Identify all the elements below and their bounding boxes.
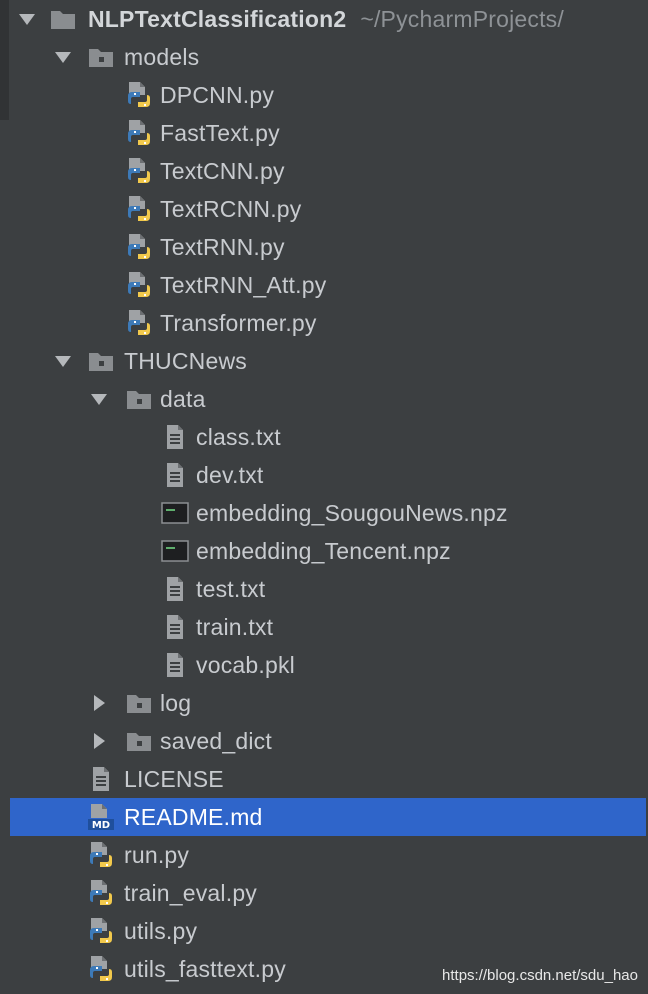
tree-item-label: log <box>160 690 192 716</box>
package-folder-icon <box>124 380 154 418</box>
tree-item-label: TextCNN.py <box>160 158 285 184</box>
tree-row-license[interactable]: LICENSE <box>0 760 648 798</box>
tree-row-utils-py[interactable]: utils.py <box>0 912 648 950</box>
tree-item-label: data <box>160 386 206 412</box>
tree-row-textrnn[interactable]: TextRNN.py <box>0 228 648 266</box>
tree-row-root[interactable]: NLPTextClassification2 ~/PycharmProjects/ <box>0 0 648 38</box>
tree-row-transformer[interactable]: Transformer.py <box>0 304 648 342</box>
tree-row-saved-dict[interactable]: saved_dict <box>0 722 648 760</box>
text-file-icon <box>160 570 190 608</box>
python-file-icon <box>86 912 116 950</box>
tree-row-emb-tencent[interactable]: embedding_Tencent.npz <box>0 532 648 570</box>
text-file-icon <box>160 418 190 456</box>
collapse-arrow-right-icon[interactable] <box>88 684 110 722</box>
text-file-icon <box>160 456 190 494</box>
binary-file-icon <box>160 494 190 532</box>
tree-row-run-py[interactable]: run.py <box>0 836 648 874</box>
tree-item-label: TextRCNN.py <box>160 196 302 222</box>
tree-row-class-txt[interactable]: class.txt <box>0 418 648 456</box>
tree-row-thucnews[interactable]: THUCNews <box>0 342 648 380</box>
package-folder-icon <box>86 38 116 76</box>
tree-row-train-eval-py[interactable]: train_eval.py <box>0 874 648 912</box>
python-file-icon <box>124 76 154 114</box>
expand-arrow-down-icon[interactable] <box>52 38 74 76</box>
tree-item-label: Transformer.py <box>160 310 317 336</box>
tree-row-dev-txt[interactable]: dev.txt <box>0 456 648 494</box>
tree-row-textrcnn[interactable]: TextRCNN.py <box>0 190 648 228</box>
tree-row-log[interactable]: log <box>0 684 648 722</box>
tree-item-label: run.py <box>124 842 190 868</box>
python-file-icon <box>86 950 116 988</box>
tree-item-label: vocab.pkl <box>196 652 295 678</box>
python-file-icon <box>124 190 154 228</box>
package-folder-icon <box>124 722 154 760</box>
tree-row-textcnn[interactable]: TextCNN.py <box>0 152 648 190</box>
expand-arrow-down-icon[interactable] <box>16 0 38 38</box>
tree-row-fasttext[interactable]: FastText.py <box>0 114 648 152</box>
text-file-icon <box>160 646 190 684</box>
tree-item-label: TextRNN.py <box>160 234 285 260</box>
folder-icon <box>48 0 78 38</box>
python-file-icon <box>124 266 154 304</box>
tree-item-label: test.txt <box>196 576 266 602</box>
tree-row-vocab-pkl[interactable]: vocab.pkl <box>0 646 648 684</box>
tree-item-label: train_eval.py <box>124 880 258 906</box>
python-file-icon <box>124 228 154 266</box>
tree-item-label: utils_fasttext.py <box>124 956 286 982</box>
tree-item-label: utils.py <box>124 918 198 944</box>
python-file-icon <box>124 304 154 342</box>
tree-row-test-txt[interactable]: test.txt <box>0 570 648 608</box>
tree-item-label: DPCNN.py <box>160 82 275 108</box>
watermark: https://blog.csdn.net/sdu_hao <box>442 967 638 984</box>
svg-text:MD: MD <box>92 820 110 831</box>
package-folder-icon <box>124 684 154 722</box>
tree-row-emb-sougou[interactable]: embedding_SougouNews.npz <box>0 494 648 532</box>
tree-item-label: embedding_SougouNews.npz <box>196 500 508 526</box>
tree-item-label: dev.txt <box>196 462 264 488</box>
tree-item-label: THUCNews <box>124 348 247 374</box>
tree-row-train-txt[interactable]: train.txt <box>0 608 648 646</box>
tree-item-label: TextRNN_Att.py <box>160 272 327 298</box>
text-file-icon <box>86 760 116 798</box>
tree-row-textrnn-att[interactable]: TextRNN_Att.py <box>0 266 648 304</box>
python-file-icon <box>124 114 154 152</box>
markdown-file-icon: MD <box>86 798 116 836</box>
collapse-arrow-right-icon[interactable] <box>88 722 110 760</box>
expand-arrow-down-icon[interactable] <box>52 342 74 380</box>
tree-row-dpcnn[interactable]: DPCNN.py <box>0 76 648 114</box>
tree-item-label: README.md <box>124 804 263 830</box>
text-file-icon <box>160 608 190 646</box>
tree-row-models[interactable]: models <box>0 38 648 76</box>
package-folder-icon <box>86 342 116 380</box>
python-file-icon <box>86 836 116 874</box>
tree-item-label: FastText.py <box>160 120 280 146</box>
project-path: ~/PycharmProjects/ <box>360 6 564 32</box>
tree-row-readme[interactable]: MD README.md <box>0 798 648 836</box>
tree-item-label: models <box>124 44 200 70</box>
expand-arrow-down-icon[interactable] <box>88 380 110 418</box>
tree-item-label: class.txt <box>196 424 281 450</box>
tree-item-label: train.txt <box>196 614 274 640</box>
tree-item-label: NLPTextClassification2 ~/PycharmProjects/ <box>88 6 564 32</box>
tree-item-label: embedding_Tencent.npz <box>196 538 451 564</box>
python-file-icon <box>124 152 154 190</box>
tree-item-label: LICENSE <box>124 766 224 792</box>
binary-file-icon <box>160 532 190 570</box>
project-tree: NLPTextClassification2 ~/PycharmProjects/… <box>0 0 648 994</box>
tree-row-data[interactable]: data <box>0 380 648 418</box>
tree-item-label: saved_dict <box>160 728 272 754</box>
python-file-icon <box>86 874 116 912</box>
